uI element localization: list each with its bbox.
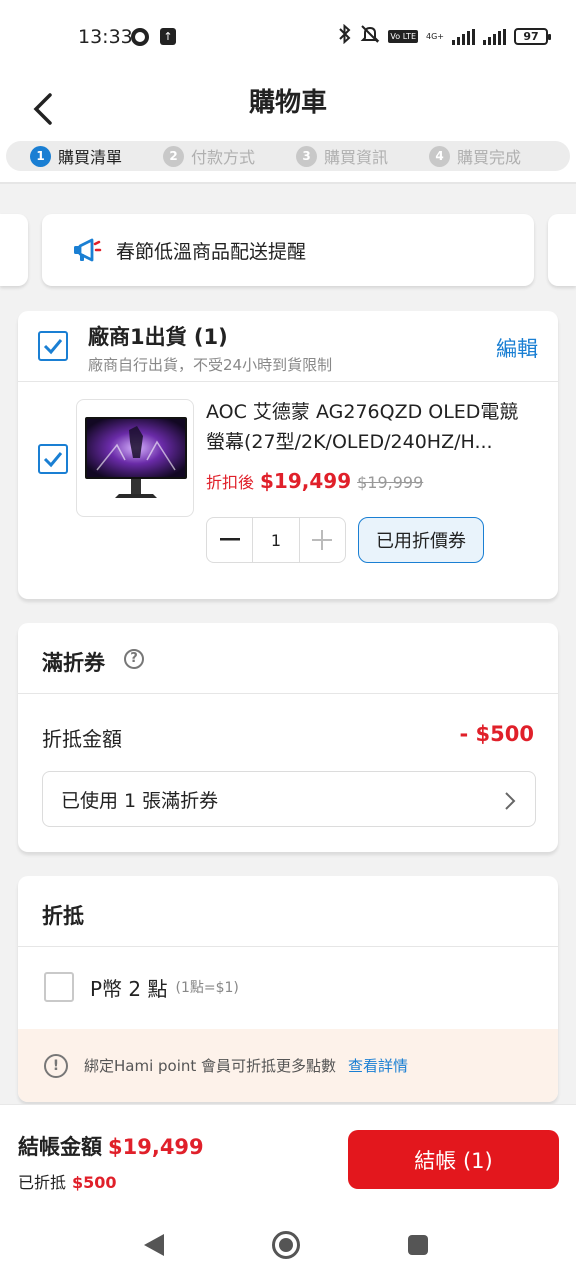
bluetooth-icon [338, 23, 352, 49]
network-type: 4G+ [426, 32, 444, 41]
product-image[interactable] [76, 399, 194, 517]
deduct-label: 已折抵 [18, 1173, 67, 1192]
vendor-checkbox[interactable] [38, 331, 68, 361]
monitor-image [85, 417, 187, 498]
step-complete: 4 購買完成 [429, 144, 521, 168]
divider [18, 381, 558, 382]
volte-badge: Vo LTE [388, 30, 418, 43]
points-label: P幣 2 點 [90, 976, 168, 1001]
quantity-stepper: 1 [206, 517, 346, 563]
price-current: $19,499 [260, 469, 352, 493]
points-note: (1點=$1) [175, 980, 239, 996]
total-row: 結帳金額 $19,499 [18, 1131, 204, 1161]
step-info: 3 購買資訊 [296, 144, 388, 168]
points-card: 折抵 P幣 2 點 (1點=$1) ! 綁定Hami point 會員可折抵更多… [18, 876, 558, 1102]
step-cart: 1 購買清單 [30, 144, 122, 168]
checkout-bar: 結帳金額 $19,499 已折抵 $500 結帳 (1) [0, 1104, 576, 1210]
nav-recents-icon[interactable] [408, 1235, 428, 1255]
decrease-button[interactable] [207, 518, 254, 562]
checkmark-icon [43, 452, 63, 468]
checkout-button[interactable]: 結帳 (1) [348, 1130, 559, 1189]
points-checkbox[interactable] [44, 972, 74, 1002]
price-row: 折扣後 $19,499 $19,999 [206, 469, 423, 493]
applied-coupon-button[interactable]: 已用折價券 [358, 517, 484, 563]
product-name[interactable]: AOC 艾德蒙 AG276QZD OLED電競螢幕(27型/2K/OLED/24… [206, 397, 536, 457]
coupon-card: 滿折券 ? 折抵金額 - $500 已使用 1 張滿折券 [18, 623, 558, 852]
mute-bell-icon [360, 24, 380, 49]
status-bar: 13:33 ↑ Vo LTE 4G+ 97 [0, 0, 576, 72]
help-icon[interactable]: ? [124, 649, 144, 669]
signal-icon [452, 28, 475, 45]
points-option[interactable]: P幣 2 點 (1點=$1) [44, 972, 239, 1002]
hami-promo: ! 綁定Hami point 會員可折抵更多點數 查看詳情 [18, 1029, 558, 1102]
vendor-card: 廠商1出貨 (1) 廠商自行出貨，不受24小時到貨限制 編輯 AOC 艾德蒙 A… [18, 311, 558, 599]
discount-value: - $500 [459, 722, 534, 746]
status-time: 13:33 [78, 26, 133, 48]
edit-button[interactable]: 編輯 [496, 333, 538, 363]
checkmark-icon [43, 339, 63, 355]
deduct-row: 已折抵 $500 [18, 1169, 117, 1193]
signal-icon-2 [483, 28, 506, 45]
divider [18, 946, 558, 947]
used-coupon-selector[interactable]: 已使用 1 張滿折券 [42, 771, 536, 827]
upload-icon: ↑ [160, 28, 176, 45]
deduct-value: $500 [72, 1173, 117, 1192]
price-label: 折扣後 [206, 473, 255, 492]
vendor-subtitle: 廠商自行出貨，不受24小時到貨限制 [88, 356, 333, 374]
total-label: 結帳金額 [18, 1135, 102, 1159]
megaphone-icon [74, 238, 102, 262]
alert-icon: ! [44, 1053, 68, 1078]
coupon-section-title: 滿折券 [42, 651, 105, 675]
notice-prev-card[interactable] [0, 214, 28, 286]
system-nav-bar [0, 1210, 576, 1280]
notice-card[interactable]: 春節低溫商品配送提醒 [42, 214, 534, 286]
used-coupon-label: 已使用 1 張滿折券 [61, 789, 219, 812]
notice-text: 春節低溫商品配送提醒 [116, 240, 307, 263]
battery-icon: 97 [514, 28, 551, 45]
header: 購物車 [0, 72, 576, 138]
chevron-right-icon [505, 792, 516, 810]
step-payment: 2 付款方式 [163, 144, 255, 168]
page-title: 購物車 [248, 88, 327, 118]
nav-home-icon[interactable] [272, 1231, 300, 1259]
status-icons: Vo LTE 4G+ 97 [338, 23, 551, 49]
checkout-steps: 1 購買清單 2 付款方式 3 購買資訊 4 購買完成 [0, 138, 576, 184]
notification-dot-icon [131, 28, 149, 46]
discount-label: 折抵金額 [42, 727, 122, 751]
hami-details-link[interactable]: 查看詳情 [348, 1055, 408, 1076]
notice-next-card[interactable] [548, 214, 576, 286]
increase-button[interactable] [298, 518, 345, 562]
points-section-title: 折抵 [42, 904, 84, 928]
quantity-value[interactable]: 1 [253, 518, 298, 562]
product-checkbox[interactable] [38, 444, 68, 474]
plus-icon [312, 530, 333, 550]
divider [18, 693, 558, 694]
nav-back-icon[interactable] [144, 1234, 164, 1256]
total-value: $19,499 [108, 1135, 204, 1159]
vendor-title: 廠商1出貨 (1) [88, 325, 228, 349]
notice-carousel: 春節低溫商品配送提醒 [0, 214, 576, 286]
hami-text: 綁定Hami point 會員可折抵更多點數 [84, 1057, 337, 1075]
price-original: $19,999 [357, 473, 424, 492]
minus-icon [219, 538, 240, 541]
